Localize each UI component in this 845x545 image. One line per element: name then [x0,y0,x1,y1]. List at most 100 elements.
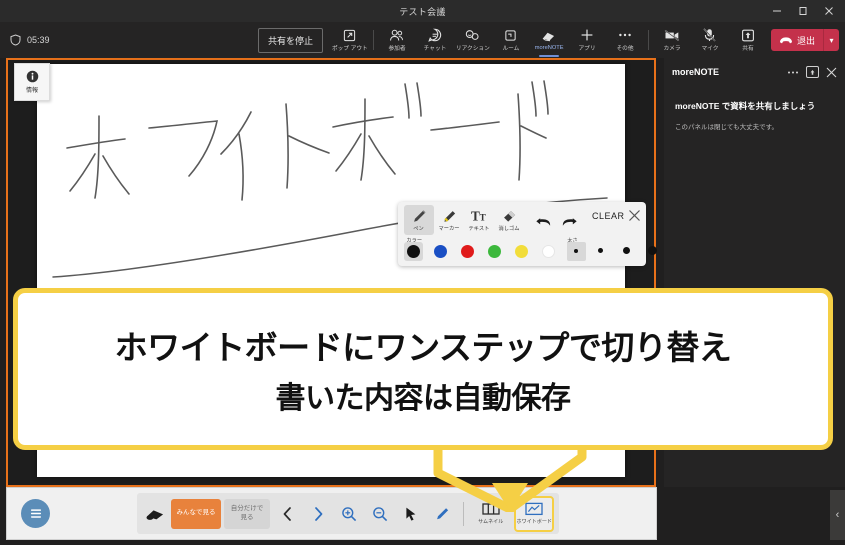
pen-tool-label: ペン [413,226,425,232]
collapse-panel-button[interactable]: ‹ [830,490,845,540]
next-page-icon [314,506,322,521]
hangup-icon [779,36,792,43]
stop-share-button[interactable]: 共有を停止 [257,27,323,53]
undo-button[interactable] [530,207,556,235]
minimize-icon[interactable] [765,1,789,21]
chat-button[interactable]: チャット [416,22,454,58]
thumbnail-view-label: サムネイル [478,519,504,525]
view-together-button[interactable]: みんなで見る [171,498,221,529]
pointer-button[interactable] [397,499,425,529]
view-alone-button[interactable]: 自分だけで 見る [224,498,270,529]
redo-button[interactable] [556,207,582,235]
side-panel-body: moreNOTE で資料を共有しましょう このパネルは閉じても大丈夫です。 [664,86,845,133]
mic-button[interactable]: マイク [691,22,729,58]
prev-page-icon [283,506,291,521]
leave-meeting-button[interactable]: 退出 ▾ [770,29,839,51]
eraser-icon [502,208,517,224]
shield-icon [10,34,21,46]
timer-value: 05:39 [27,35,50,45]
eraser-tool-button[interactable]: 消しゴム [494,205,524,235]
share-icon [741,28,755,42]
morenote-label: moreNOTE [534,44,564,51]
side-panel-more-button[interactable] [787,70,799,75]
side-panel-popout-button[interactable] [806,66,819,78]
side-panel-actions [787,66,837,78]
popout-button[interactable]: ポップ アウト [331,22,369,58]
mic-off-icon [703,28,716,42]
next-page-button[interactable] [304,499,332,529]
info-badge[interactable]: 情報 [14,63,50,101]
reactions-label: リアクション [456,46,490,52]
thickness-option-4[interactable] [648,246,657,255]
leave-main[interactable]: 退出 [771,29,823,51]
hamburger-menu-icon [30,509,41,518]
title-bar: テスト会議 [0,0,845,22]
plus-icon [580,28,594,42]
morenote-icon [541,30,556,44]
close-icon [629,210,640,221]
thickness-option-3[interactable] [623,247,630,254]
text-tool-button[interactable]: TT テキスト [464,205,494,235]
pen-toolbar-close-button[interactable] [628,209,641,227]
callout-box: ホワイトボードにワンステップで切り替え 書いた内容は自動保存 [13,288,833,450]
more-options-label: その他 [616,46,634,52]
camera-button[interactable]: カメラ [653,22,691,58]
leave-dropdown-caret[interactable]: ▾ [823,29,839,51]
marker-tool-button[interactable]: マーカー [434,205,464,235]
callout-line-1: ホワイトボードにワンステップで切り替え [114,329,732,366]
clear-button[interactable]: CLEAR [592,211,625,221]
zoom-in-button[interactable] [335,499,363,529]
hamburger-menu-button[interactable] [21,499,50,528]
breakout-rooms-button[interactable]: ルーム [492,22,530,58]
side-panel-heading: moreNOTE で資料を共有しましょう [675,101,816,111]
teams-meeting-window: テスト会議 05:39 共有を停止 ポップ アウト 参加者 チャット リアクショ… [0,0,845,545]
pen-tool-button[interactable]: ペン [404,205,434,235]
marker-tool-label: マーカー [438,226,460,232]
meeting-timer: 05:39 [10,34,50,46]
side-panel-close-button[interactable] [826,67,837,78]
reactions-button[interactable]: リアクション [454,22,492,58]
breakout-rooms-label: ルーム [502,46,520,52]
color-swatch-white[interactable] [542,245,555,258]
presenter-button[interactable] [142,499,168,529]
toolbar-divider-1 [372,30,374,50]
zoom-out-button[interactable] [366,499,394,529]
thickness-option-2[interactable] [598,248,603,253]
participants-button[interactable]: 参加者 [378,22,416,58]
color-swatch-green[interactable] [488,245,501,258]
window-controls [765,0,841,22]
morenote-app-button[interactable]: moreNOTE [530,22,568,58]
more-icon [618,28,632,42]
close-icon[interactable] [817,1,841,21]
maximize-icon[interactable] [791,1,815,21]
prev-page-button[interactable] [273,499,301,529]
share-button[interactable]: 共有 [729,22,767,58]
side-panel-title: moreNOTE [672,67,720,77]
color-swatch-blue[interactable] [434,245,447,258]
color-swatch-yellow[interactable] [515,245,528,258]
mic-label: マイク [701,46,719,52]
marker-icon [442,208,457,224]
zoom-out-icon [373,506,388,521]
pen-color-row: カラー 太さ [398,236,657,266]
more-options-button[interactable]: その他 [606,22,644,58]
apps-button[interactable]: アプリ [568,22,606,58]
color-swatch-black[interactable] [407,245,420,258]
thickness-option-1[interactable] [574,249,578,253]
apps-label: アプリ [578,46,596,52]
side-panel-header: moreNOTE [664,58,845,86]
breakout-rooms-icon [504,28,517,42]
pen-tool-row: ペン マーカー TT テキスト 消しゴム CLEAR [398,202,646,236]
whiteboard-view-label: ホワイトボード [516,519,552,525]
close-icon [826,67,837,77]
color-swatch-red[interactable] [461,245,474,258]
text-tool-label: テキスト [468,226,490,232]
presenter-icon [146,509,164,520]
callout-line-2: 書いた内容は自動保存 [275,382,572,415]
side-panel-subtext: このパネルは閉じても大丈夫です。 [675,123,779,131]
popout-icon [343,28,356,42]
pointer-icon [406,507,416,521]
chat-icon [428,28,442,42]
undo-icon [535,217,550,226]
zoom-in-icon [342,506,357,521]
